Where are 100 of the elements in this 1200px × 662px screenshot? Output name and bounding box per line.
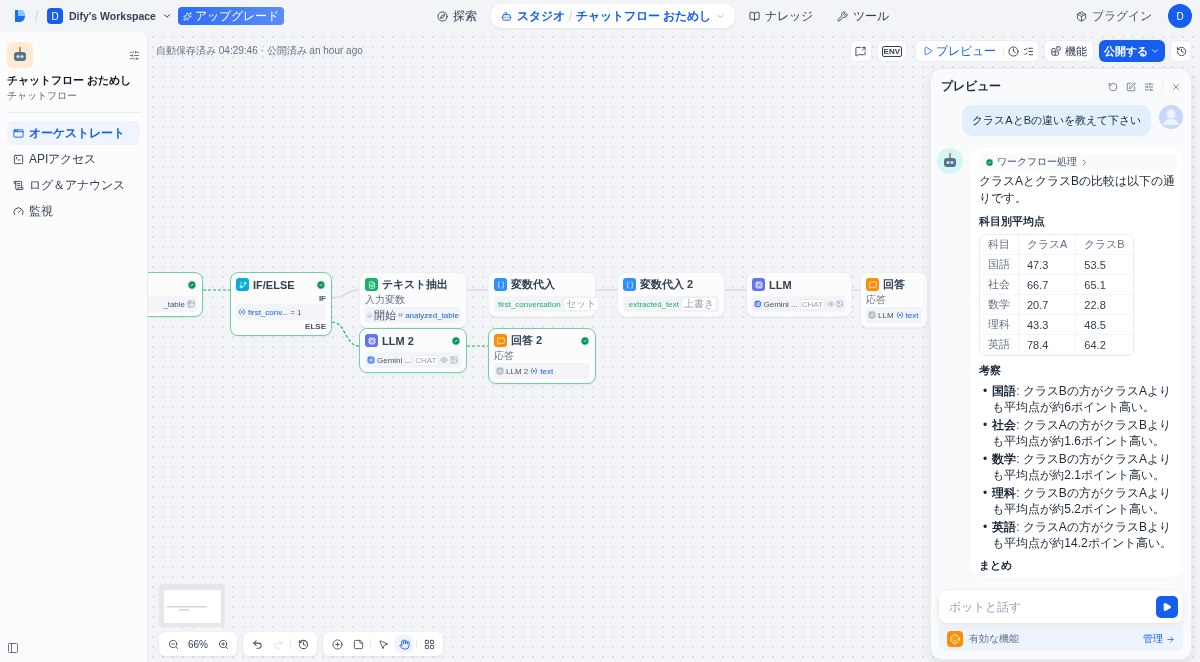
variable-name: first_conv... — [248, 307, 289, 317]
chat-input[interactable]: ボットと話す — [939, 591, 1183, 623]
terminal-icon — [13, 153, 24, 165]
variable-icon — [238, 308, 246, 316]
logo-icon[interactable] — [14, 9, 26, 23]
checklist-icon[interactable] — [1023, 45, 1034, 57]
compass-icon — [436, 10, 448, 22]
sidebar-item[interactable]: APIアクセス — [7, 147, 140, 171]
message-icon — [494, 334, 507, 347]
section-heading: 科目別平均点 — [979, 214, 1046, 229]
package-icon — [1076, 10, 1087, 22]
document-icon — [13, 179, 24, 191]
output-caption: 応答 — [866, 294, 887, 306]
gauge-icon — [13, 205, 24, 217]
features-icon — [947, 631, 963, 647]
image-icon — [836, 300, 844, 308]
send-button[interactable] — [1156, 596, 1178, 618]
app-title: チャットフロー おためし — [7, 73, 133, 88]
operator: = — [290, 307, 295, 317]
arrow-icon — [1166, 634, 1175, 644]
image-icon — [450, 356, 459, 364]
workflow-node[interactable]: IF/ELSE IF first_conv... = 1 ELSE — [230, 272, 332, 336]
table-icon — [187, 300, 195, 308]
clock-icon[interactable] — [1008, 45, 1019, 57]
publish-button[interactable]: 公開する — [1099, 40, 1165, 62]
workflow-node[interactable]: 回答 応答 LLM text — [860, 272, 928, 328]
restart-button[interactable] — [1108, 81, 1118, 92]
column-header: クラスA — [1018, 235, 1076, 255]
branch-icon — [236, 278, 249, 291]
list-item: 社会: クラスAの方がクラスBよりも平均点が約1.6ポイント高い。 — [992, 417, 1172, 449]
preview-button[interactable]: プレビュー — [920, 42, 999, 60]
section-heading: 考察 — [979, 363, 1002, 378]
workflow-node[interactable]: LLM Gemini ... CHAT — [746, 272, 852, 317]
variable-name: _table — [163, 299, 185, 309]
user-avatar[interactable]: D — [1168, 4, 1192, 28]
table-cell: 64.2 — [1075, 335, 1133, 355]
workflow-badge[interactable]: ワークフロー処理 — [979, 154, 1177, 170]
workflow-node[interactable]: 変数代入 first_conversation セット — [488, 272, 596, 317]
table-cell: 22.8 — [1075, 295, 1133, 315]
blocks-icon — [1051, 46, 1061, 56]
app-type: チャットフロー — [7, 89, 78, 103]
success-icon — [985, 157, 994, 167]
wrench-icon — [837, 10, 849, 22]
connector-line — [331, 289, 360, 299]
plugins-button[interactable]: プラグイン — [1070, 6, 1158, 26]
sidebar-item[interactable]: オーケストレート — [7, 121, 140, 145]
chevron-icon[interactable] — [161, 11, 172, 21]
sidebar-item[interactable]: 監視 — [7, 199, 140, 223]
table-cell: 47.3 — [1018, 255, 1076, 275]
node-title: IF/ELSE — [253, 278, 296, 291]
table-cell: 20.7 — [1018, 295, 1076, 315]
nav-tab[interactable]: スタジオ チャットフロー おためし — [490, 4, 736, 28]
zoom-out-icon — [167, 638, 179, 650]
manage-link[interactable]: 管理 — [1143, 632, 1175, 646]
table-cell: 英語 — [980, 335, 1018, 355]
nav-tab[interactable]: 探索 — [426, 4, 487, 28]
source-name: LLM — [878, 310, 894, 320]
chip-icon — [367, 356, 375, 364]
sidebar-item[interactable]: ログ＆アナウンス — [7, 173, 140, 197]
panel-toggle-icon[interactable] — [7, 642, 19, 654]
settings-icon[interactable] — [129, 50, 140, 61]
workspace-avatar[interactable]: D — [47, 8, 63, 24]
workflow-node[interactable]: 回答 2 応答 LLM 2 text — [488, 328, 596, 384]
node-title: テキスト抽出 — [382, 277, 449, 292]
table-cell: 国語 — [980, 255, 1018, 275]
panel-title: プレビュー — [941, 78, 1002, 95]
workflow-node[interactable]: テキスト抽出 入力変数 開始 analyzed_table — [359, 272, 467, 328]
workflow-node[interactable]: 変数代入 2 extracted_text 上書き — [617, 272, 725, 317]
user-avatar — [1159, 105, 1183, 129]
workspace-name[interactable]: Dify's Workspace — [69, 10, 156, 22]
history-icon — [1175, 45, 1187, 57]
robot-icon — [500, 10, 512, 22]
app-icon — [7, 42, 33, 68]
sparkle-icon — [182, 11, 192, 21]
table-cell: 数学 — [980, 295, 1018, 315]
hand-button[interactable] — [395, 635, 413, 653]
close-button[interactable] — [1171, 81, 1181, 92]
workflow-node[interactable]: LLM 2 Gemini ... CHAT — [359, 328, 467, 373]
table-cell: 社会 — [980, 275, 1018, 295]
nav-tab[interactable]: ツール — [827, 4, 900, 28]
workflow-node[interactable]: _table — [148, 272, 203, 317]
play-icon — [923, 46, 933, 56]
nav-tab[interactable]: ナレッジ — [739, 4, 824, 28]
history-button[interactable] — [1170, 40, 1192, 62]
settings-button[interactable] — [1144, 81, 1154, 92]
mode-tag: 上書き — [681, 297, 717, 311]
upgrade-button[interactable]: アップグレード — [177, 7, 284, 25]
bullet: • — [983, 519, 988, 536]
features-button[interactable]: 機能 — [1044, 40, 1094, 62]
chevron-icon — [1080, 157, 1089, 167]
node-title: 回答 — [883, 277, 906, 292]
zoom-level[interactable]: 66% — [185, 638, 211, 650]
edit-button[interactable] — [1126, 81, 1136, 92]
answer-text: クラスAとクラスBの比較は以下の通りです。 — [979, 173, 1176, 207]
model-name: Gemini ... — [763, 299, 798, 309]
list-item: 国語: クラスBの方がクラスAよりも平均点が約6ポイント高い。 — [992, 383, 1172, 415]
env-button[interactable]: ENV — [876, 40, 907, 62]
variables-button[interactable] — [849, 40, 872, 62]
list-item: 英語: クラスAの方がクラスBよりも平均点が約14.2ポイント高い。 — [992, 519, 1173, 551]
variable-name: analyzed_table — [405, 310, 459, 320]
